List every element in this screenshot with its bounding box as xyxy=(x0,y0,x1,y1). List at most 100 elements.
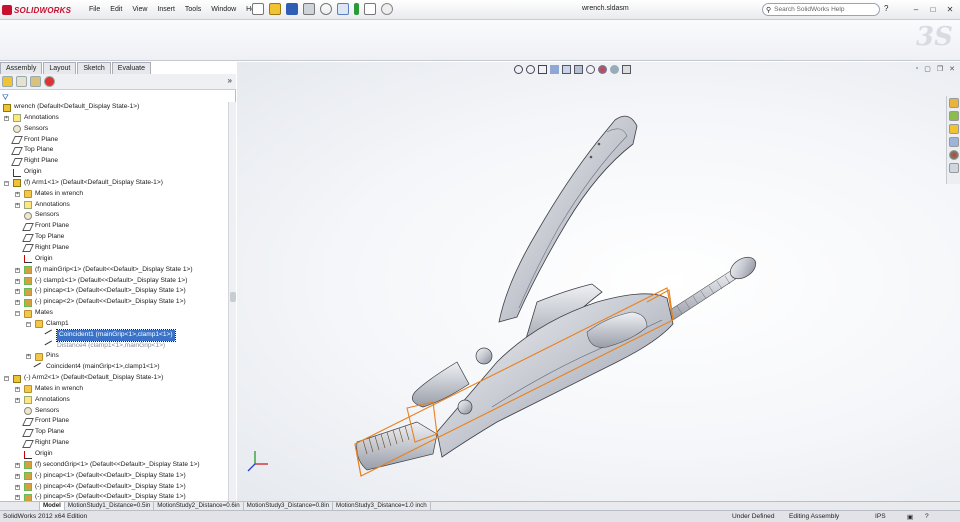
tree-item[interactable]: Origin xyxy=(0,167,228,178)
tree-item[interactable]: + Mates in wrench xyxy=(0,384,228,395)
tree-item[interactable]: – (-) Arm2<1> (Default<Default_Display St… xyxy=(0,373,228,384)
expand-chevron-icon[interactable]: » xyxy=(228,76,232,85)
viewport-minimize-icon[interactable]: ▫ xyxy=(916,65,918,73)
viewport-restore-icon[interactable]: ❐ xyxy=(937,65,943,73)
tree-item[interactable]: + (-) pincap<1> (Default<<Default>_Displa… xyxy=(0,471,228,482)
tree-item[interactable]: Sensors xyxy=(0,124,228,135)
scroll-thumb[interactable] xyxy=(230,292,236,302)
menu-file[interactable]: File xyxy=(84,4,105,15)
tree-item[interactable]: Right Plane xyxy=(0,438,228,449)
tree-item[interactable]: + Annotations xyxy=(0,113,228,124)
tree-item[interactable]: Top Plane xyxy=(0,145,228,156)
tree-item[interactable]: + Pins xyxy=(0,351,228,362)
bottom-tab[interactable]: MotionStudy1_Distance=0.5in xyxy=(65,502,155,510)
expand-icon[interactable]: + xyxy=(15,462,20,468)
units-selector[interactable]: IPS xyxy=(875,513,886,520)
wrench-model-3d[interactable] xyxy=(237,62,960,501)
undo-icon[interactable] xyxy=(320,3,332,15)
configuration-manager-tab-icon[interactable] xyxy=(30,76,41,87)
tab-assembly[interactable]: Assembly xyxy=(0,62,43,74)
collapse-icon[interactable]: – xyxy=(4,376,9,382)
maximize-button[interactable]: □ xyxy=(926,3,940,15)
expand-icon[interactable]: + xyxy=(15,289,20,295)
display-style-icon[interactable] xyxy=(574,65,583,74)
collapse-icon[interactable]: – xyxy=(15,311,20,317)
tree-item[interactable]: Origin xyxy=(0,449,228,460)
options-icon[interactable] xyxy=(381,3,393,15)
tree-item[interactable]: Distance4 (clamp1<1>,mainGrip<1>) xyxy=(0,340,228,352)
tree-item[interactable]: Sensors xyxy=(0,406,228,417)
tree-item[interactable]: + (f) mainGrip<1> (Default<<Default>_Disp… xyxy=(0,265,228,276)
expand-icon[interactable]: + xyxy=(15,300,20,306)
tree-item[interactable]: Sensors xyxy=(0,210,228,221)
solidworks-logo[interactable]: SOLIDWORKS xyxy=(2,3,71,17)
save-icon[interactable] xyxy=(286,3,298,15)
collapse-icon[interactable]: – xyxy=(4,180,9,186)
bottom-tab[interactable]: MotionStudy2_Distance=0.6in xyxy=(154,502,244,510)
tab-scroll-arrows[interactable] xyxy=(0,502,40,510)
search-input[interactable]: Search SolidWorks Help xyxy=(774,6,844,13)
tab-layout[interactable]: Layout xyxy=(43,62,77,74)
previous-view-icon[interactable] xyxy=(538,65,547,74)
tab-evaluate[interactable]: Evaluate xyxy=(111,62,152,74)
menu-insert[interactable]: Insert xyxy=(152,4,180,15)
design-library-icon[interactable] xyxy=(948,111,959,121)
help-dropdown-icon[interactable]: ? xyxy=(884,4,888,13)
minimize-button[interactable]: – xyxy=(909,3,923,15)
tree-scrollbar[interactable] xyxy=(228,102,236,501)
bottom-tab[interactable]: MotionStudy3_Distance=1.0 inch xyxy=(333,502,431,510)
tree-item[interactable]: – (f) Arm1<1> (Default<Default_Display St… xyxy=(0,178,228,189)
view-settings-icon[interactable] xyxy=(622,65,631,74)
tree-root[interactable]: wrench (Default<Default_Display State-1>… xyxy=(0,102,228,113)
status-options-icon[interactable]: ▣ xyxy=(907,513,913,521)
appearances-icon[interactable] xyxy=(948,150,959,160)
tree-item[interactable]: + Mates in wrench xyxy=(0,189,228,200)
tree-item[interactable]: Coincident1 (mainGrip<1>,clamp1<1>) xyxy=(0,328,228,342)
tree-item[interactable]: – Clamp1 xyxy=(0,319,228,330)
rebuild-icon[interactable] xyxy=(354,3,359,15)
menu-window[interactable]: Window xyxy=(206,4,241,15)
view-orientation-icon[interactable] xyxy=(562,65,571,74)
tree-item[interactable]: Coincident4 (mainGrip<1>,clamp1<1>) xyxy=(0,362,228,374)
hide-show-items-icon[interactable] xyxy=(586,65,595,74)
tree-item[interactable]: + Annotations xyxy=(0,395,228,406)
print-icon[interactable] xyxy=(303,3,315,15)
tree-item[interactable]: + (f) secondGrip<1> (Default<<Default>_Di… xyxy=(0,460,228,471)
search-results-icon[interactable] xyxy=(948,137,959,147)
custom-properties-icon[interactable] xyxy=(948,163,959,173)
expand-icon[interactable]: + xyxy=(15,473,20,479)
bottom-tab[interactable]: Model xyxy=(40,502,65,510)
solidworks-resources-icon[interactable] xyxy=(948,98,959,108)
tree-item[interactable]: Origin xyxy=(0,254,228,265)
tree-item[interactable]: – Mates xyxy=(0,308,228,319)
tree-item[interactable]: + (-) clamp1<1> (Default<<Default>_Displa… xyxy=(0,276,228,287)
zoom-to-area-icon[interactable] xyxy=(526,65,535,74)
tree-item[interactable]: + (-) pincap<4> (Default<<Default>_Displa… xyxy=(0,482,228,493)
help-search-box[interactable]: ⚲ Search SolidWorks Help xyxy=(762,3,880,16)
tree-item[interactable]: Right Plane xyxy=(0,243,228,254)
display-manager-tab-icon[interactable] xyxy=(44,76,55,87)
tree-item[interactable]: Front Plane xyxy=(0,135,228,146)
tab-sketch[interactable]: Sketch xyxy=(77,62,111,74)
expand-icon[interactable]: + xyxy=(4,115,9,121)
expand-icon[interactable]: + xyxy=(15,484,20,490)
expand-icon[interactable]: + xyxy=(15,191,20,197)
open-folder-icon[interactable] xyxy=(269,3,281,15)
menu-view[interactable]: View xyxy=(127,4,152,15)
menu-tools[interactable]: Tools xyxy=(180,4,206,15)
new-document-icon[interactable] xyxy=(252,3,264,15)
tree-item[interactable]: Right Plane xyxy=(0,156,228,167)
edit-appearance-icon[interactable] xyxy=(598,65,607,74)
zoom-to-fit-icon[interactable] xyxy=(514,65,523,74)
section-view-icon[interactable] xyxy=(550,65,559,74)
collapse-icon[interactable]: – xyxy=(26,321,31,327)
tree-item[interactable]: Front Plane xyxy=(0,416,228,427)
expand-icon[interactable]: + xyxy=(15,397,20,403)
tree-item[interactable]: + (-) pincap<1> (Default<<Default>_Displa… xyxy=(0,286,228,297)
tree-item[interactable]: + (-) pincap<2> (Default<<Default>_Displa… xyxy=(0,297,228,308)
viewport-tile-icon[interactable]: ▢ xyxy=(924,65,931,73)
tree-item[interactable]: + (-) pincap<5> (Default<<Default>_Displa… xyxy=(0,492,228,501)
feature-manager-tab-icon[interactable] xyxy=(2,76,13,87)
expand-icon[interactable]: + xyxy=(26,354,31,360)
tree-item[interactable]: Top Plane xyxy=(0,427,228,438)
